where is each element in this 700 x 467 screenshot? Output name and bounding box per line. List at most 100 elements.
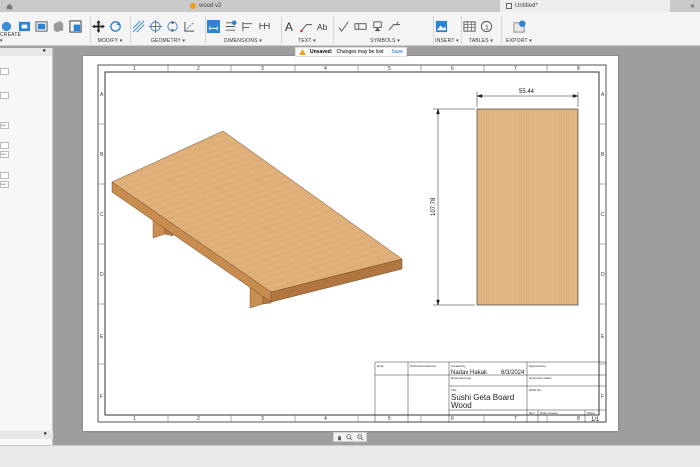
surface-texture-icon[interactable]	[337, 20, 350, 33]
separator	[281, 16, 282, 44]
col-label: 1	[133, 66, 136, 72]
title-block[interactable]	[374, 361, 607, 423]
projected-view-icon[interactable]	[35, 20, 48, 33]
col-label: 2	[197, 66, 200, 72]
center-pattern-icon[interactable]	[166, 20, 179, 33]
ribbon-toolbar: CREATE ▾ MODIFY ▾ GEOMETRY ▾ DIMENSIONS …	[0, 12, 700, 46]
dimensions-group[interactable]: DIMENSIONS ▾	[207, 12, 279, 46]
navigation-bar	[333, 432, 367, 442]
col-label: 3	[261, 416, 264, 422]
dimension-width-label[interactable]: 55.44	[519, 89, 535, 95]
tb-date: 6/3/2024	[501, 370, 525, 376]
insert-group[interactable]: INSERT ▾	[435, 12, 459, 46]
dimension-icon[interactable]	[207, 19, 220, 33]
col-label: 7	[514, 416, 517, 422]
tb-sheet-label: Sheet	[587, 411, 595, 415]
tab-bar: wood v2 Untitled* ✕	[0, 0, 700, 12]
group-label-tables: TABLES ▾	[468, 38, 494, 44]
tab-label: Untitled*	[515, 3, 538, 9]
home-icon	[6, 3, 13, 9]
save-button[interactable]: Save	[392, 49, 403, 55]
weld-icon[interactable]	[388, 20, 401, 33]
browser-node[interactable]	[0, 172, 9, 179]
browser-node-label[interactable]: nes	[0, 122, 9, 129]
tb-approved-by-label: Approved by	[529, 364, 546, 368]
balloon-icon[interactable]: 1	[480, 20, 493, 33]
tab-untitled[interactable]: Untitled*	[500, 0, 670, 12]
center-mark-icon[interactable]	[149, 19, 162, 33]
separator	[333, 16, 334, 44]
text-group[interactable]: A Ab TEXT ▾	[283, 12, 331, 46]
group-label-text: TEXT ▾	[298, 38, 316, 44]
modify-group[interactable]: MODIFY ▾	[92, 12, 128, 46]
browser-node[interactable]	[0, 68, 9, 75]
leader-icon[interactable]	[300, 20, 313, 33]
text-icon[interactable]: A	[283, 20, 296, 33]
col-label: 8	[577, 66, 580, 72]
geometry-group[interactable]: GEOMETRY ▾	[132, 12, 204, 46]
group-label-geometry: GEOMETRY ▾	[150, 38, 186, 44]
browser-node-label[interactable]: nes	[0, 181, 9, 188]
fit-icon[interactable]	[357, 433, 364, 441]
col-label: 6	[451, 66, 454, 72]
edge-extension-icon[interactable]	[183, 20, 196, 33]
tb-doc-status-label: Document status	[529, 376, 552, 380]
tab-wood[interactable]: wood v2	[184, 0, 334, 12]
baseline-icon[interactable]	[241, 20, 254, 33]
tab-label: wood v2	[199, 3, 222, 9]
comments-panel-header[interactable]: ●	[0, 431, 53, 439]
section-view-icon[interactable]	[52, 20, 65, 33]
symbols-group[interactable]: SYMBOLS ▾	[337, 12, 433, 46]
drawing-sheet[interactable]: 1 2 3 4 5 6 7 8 1 2 3 4 5 6 7 8 A B C D …	[83, 56, 618, 431]
separator	[461, 16, 462, 44]
sketch-icon[interactable]	[0, 20, 13, 33]
group-label-insert: INSERT ▾	[435, 38, 459, 44]
warning-icon	[299, 49, 306, 55]
unsaved-message: Changes may be lost	[336, 49, 384, 55]
pan-icon[interactable]	[336, 434, 343, 441]
front-view[interactable]	[476, 108, 579, 306]
home-tab[interactable]	[0, 0, 44, 12]
row-label: A	[601, 92, 605, 98]
chain-icon[interactable]	[258, 20, 271, 33]
tb-title-line2: Wood	[451, 401, 472, 410]
export-icon[interactable]	[512, 19, 526, 33]
export-group[interactable]: EXPORT ▾	[503, 12, 535, 46]
feature-control-frame-icon[interactable]	[354, 20, 367, 33]
tb-dwg-no-label: DWG No.	[529, 388, 542, 392]
tab-close[interactable]: ✕	[684, 0, 700, 12]
svg-text:1: 1	[485, 24, 489, 31]
row-label: C	[100, 212, 104, 218]
isometric-view[interactable]	[111, 130, 403, 309]
browser-node[interactable]	[0, 92, 9, 99]
detail-view-icon[interactable]	[69, 19, 82, 33]
tb-date-of-issue-label: Date of issue	[540, 411, 558, 415]
move-icon[interactable]	[92, 19, 105, 33]
browser-node[interactable]	[0, 142, 9, 149]
rotate-icon[interactable]	[109, 20, 122, 33]
settings-icon[interactable]: ●	[42, 48, 46, 54]
col-label: 5	[388, 416, 391, 422]
col-label: 5	[388, 66, 391, 72]
document-icon	[190, 3, 196, 9]
tables-group[interactable]: 1 TABLES ▾	[463, 12, 499, 46]
settings-icon[interactable]: ●	[43, 431, 47, 437]
row-label: B	[601, 152, 605, 158]
base-view-icon[interactable]	[18, 20, 31, 33]
note-icon[interactable]: Ab	[317, 20, 330, 33]
browser-node-label[interactable]: nes	[0, 151, 9, 158]
table-icon[interactable]	[463, 20, 476, 33]
board-top-face	[111, 130, 403, 293]
dimension-height-label[interactable]: 107.78	[431, 197, 437, 216]
insert-image-icon[interactable]	[435, 20, 448, 33]
close-icon: ✕	[690, 3, 696, 10]
dimension-height[interactable]	[433, 108, 475, 306]
unsaved-notice: Unsaved: Changes may be lost Save	[295, 47, 407, 57]
ordinate-icon[interactable]	[224, 19, 237, 33]
col-label: 8	[577, 416, 580, 422]
centerline-icon[interactable]	[132, 20, 145, 33]
create-group[interactable]: CREATE ▾	[0, 12, 21, 46]
unsaved-title: Unsaved:	[310, 49, 333, 55]
zoom-icon[interactable]	[346, 433, 354, 441]
datum-icon[interactable]	[371, 20, 384, 33]
